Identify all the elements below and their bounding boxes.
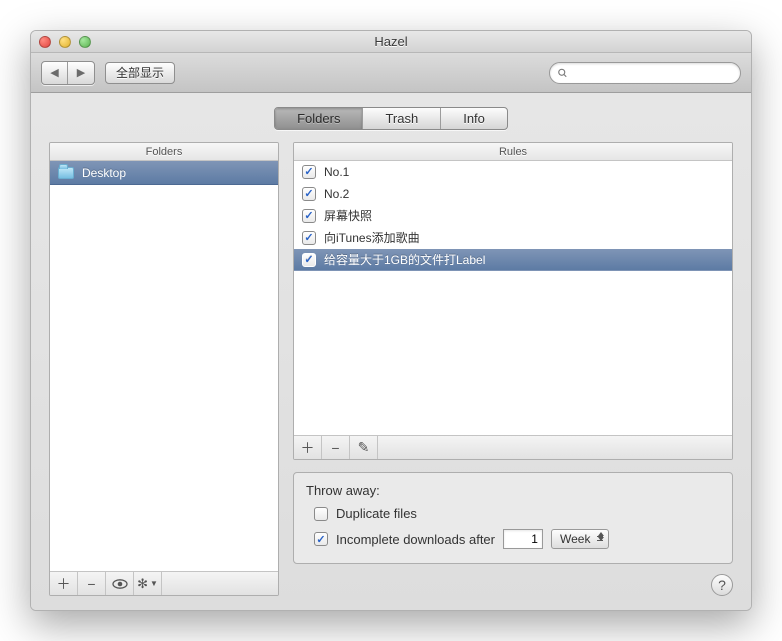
tab-bar: Folders Trash Info	[274, 107, 508, 130]
incomplete-checkbox[interactable]: ✓	[314, 532, 328, 546]
folders-footer: ＋ − ✻ ▼	[50, 571, 278, 595]
chevron-down-icon: ▼	[150, 579, 158, 588]
rules-header: Rules	[294, 143, 732, 161]
folders-list[interactable]: Desktop	[50, 161, 278, 571]
folders-panel: Folders Desktop ＋ −	[49, 142, 279, 596]
rules-list[interactable]: ✓ No.1 ✓ No.2 ✓ 屏幕快照 ✓ 向	[294, 161, 732, 435]
search-field[interactable]	[549, 62, 741, 84]
rule-row[interactable]: ✓ No.1	[294, 161, 732, 183]
throw-away-group: Throw away: ✓ Duplicate files ✓ Incomple…	[293, 472, 733, 564]
duplicate-label: Duplicate files	[336, 506, 417, 521]
eye-icon	[112, 579, 128, 589]
rule-checkbox[interactable]: ✓	[302, 187, 316, 201]
window-title: Hazel	[31, 34, 751, 49]
search-icon	[558, 67, 567, 79]
preview-button[interactable]	[106, 572, 134, 595]
rule-checkbox[interactable]: ✓	[302, 253, 316, 267]
show-all-button[interactable]: 全部显示	[105, 62, 175, 84]
forward-button[interactable]: ▶	[68, 62, 94, 84]
rule-row[interactable]: ✓ 向iTunes添加歌曲	[294, 227, 732, 249]
tab-info[interactable]: Info	[441, 108, 507, 129]
duplicate-checkbox[interactable]: ✓	[314, 507, 328, 521]
incomplete-unit-select[interactable]: Week	[551, 529, 609, 549]
rule-checkbox[interactable]: ✓	[302, 209, 316, 223]
remove-folder-button[interactable]: −	[78, 572, 106, 595]
stepper-icon	[598, 532, 604, 541]
rule-row[interactable]: ✓ 给容量大于1GB的文件打Label	[294, 249, 732, 271]
minus-icon: −	[331, 440, 339, 456]
rules-footer: ＋ − ✎	[294, 435, 732, 459]
chevron-left-icon: ◀	[50, 66, 58, 79]
incomplete-unit-label: Week	[560, 532, 590, 546]
rule-checkbox[interactable]: ✓	[302, 231, 316, 245]
traffic-lights	[39, 36, 91, 48]
plus-icon: ＋	[57, 574, 71, 594]
pencil-icon: ✎	[358, 439, 370, 456]
body: Folders Trash Info Folders Desktop ＋ −	[31, 93, 751, 610]
zoom-window-button[interactable]	[79, 36, 91, 48]
rule-name: 向iTunes添加歌曲	[324, 229, 420, 246]
rule-row[interactable]: ✓ 屏幕快照	[294, 205, 732, 227]
tab-folders[interactable]: Folders	[275, 108, 363, 129]
minimize-window-button[interactable]	[59, 36, 71, 48]
gear-icon: ✻	[137, 576, 148, 592]
close-window-button[interactable]	[39, 36, 51, 48]
help-button[interactable]: ?	[711, 574, 733, 596]
titlebar: Hazel	[31, 31, 751, 53]
remove-rule-button[interactable]: −	[322, 436, 350, 459]
columns: Folders Desktop ＋ −	[49, 142, 733, 596]
nav-back-forward: ◀ ▶	[41, 61, 95, 85]
rule-name: 屏幕快照	[324, 207, 372, 224]
help-icon: ?	[718, 577, 726, 593]
search-input[interactable]	[573, 65, 732, 81]
incomplete-value-field[interactable]	[503, 529, 543, 549]
folders-header: Folders	[50, 143, 278, 161]
rule-name: 给容量大于1GB的文件打Label	[324, 251, 485, 268]
chevron-right-icon: ▶	[77, 66, 85, 79]
rule-name: No.1	[324, 165, 349, 179]
rule-checkbox[interactable]: ✓	[302, 165, 316, 179]
edit-rule-button[interactable]: ✎	[350, 436, 378, 459]
toolbar: ◀ ▶ 全部显示	[31, 53, 751, 93]
throw-away-title: Throw away:	[306, 483, 720, 498]
right-column: Rules ✓ No.1 ✓ No.2 ✓ 屏幕快照	[293, 142, 733, 596]
back-button[interactable]: ◀	[42, 62, 68, 84]
tab-trash[interactable]: Trash	[363, 108, 441, 129]
minus-icon: −	[87, 576, 95, 592]
rule-row[interactable]: ✓ No.2	[294, 183, 732, 205]
add-folder-button[interactable]: ＋	[50, 572, 78, 595]
rule-name: No.2	[324, 187, 349, 201]
preferences-window: Hazel ◀ ▶ 全部显示 Folders Trash Info Folder…	[30, 30, 752, 611]
incomplete-label: Incomplete downloads after	[336, 532, 495, 547]
plus-icon: ＋	[301, 438, 315, 458]
folder-row[interactable]: Desktop	[50, 161, 278, 185]
folder-action-menu[interactable]: ✻ ▼	[134, 572, 162, 595]
folder-icon	[58, 167, 74, 179]
rules-panel: Rules ✓ No.1 ✓ No.2 ✓ 屏幕快照	[293, 142, 733, 460]
add-rule-button[interactable]: ＋	[294, 436, 322, 459]
folder-name: Desktop	[82, 166, 126, 180]
